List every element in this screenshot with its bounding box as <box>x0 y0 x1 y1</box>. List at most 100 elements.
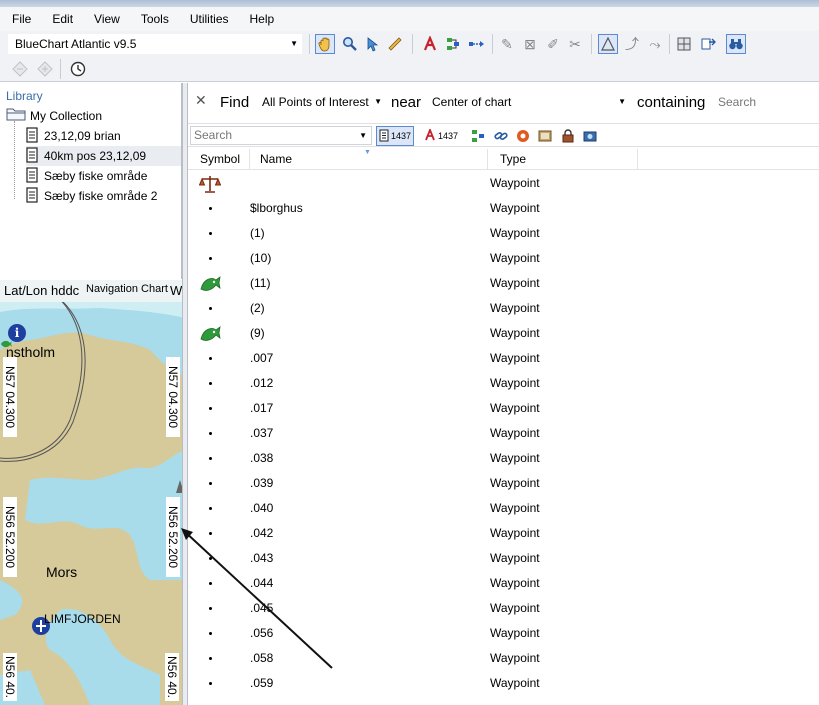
row-name: .040 <box>250 501 274 515</box>
toolbar-separator <box>60 59 61 79</box>
filter-waypoints-button[interactable]: 1437 <box>376 126 415 146</box>
menu-edit[interactable]: Edit <box>40 7 82 31</box>
near-select[interactable]: Center of chart ▼ <box>428 92 626 112</box>
table-row[interactable]: (11) Waypoint <box>188 271 819 296</box>
waypoint-dot-icon <box>198 373 222 394</box>
nav-back-icon[interactable] <box>10 59 30 79</box>
lock-filter-icon[interactable] <box>560 128 576 144</box>
table-row[interactable]: .042 Waypoint <box>188 521 819 546</box>
nav-forward-icon[interactable] <box>35 59 55 79</box>
fish-icon <box>198 273 222 294</box>
route-edit-icon[interactable]: ⤳ <box>645 34 665 54</box>
menu-file[interactable]: File <box>0 7 40 31</box>
chart-map-view[interactable]: Lat/Lon hddc Navigation Chart W i nsthol… <box>0 280 185 705</box>
table-row[interactable]: .058 Waypoint <box>188 646 819 671</box>
column-type[interactable]: Type <box>488 149 638 170</box>
pointer-icon[interactable] <box>362 34 382 54</box>
row-type: Waypoint <box>490 276 540 290</box>
clock-icon[interactable] <box>68 59 88 79</box>
latitude-label: N56 40. <box>165 653 179 701</box>
row-name: (9) <box>250 326 265 340</box>
transfer-icon[interactable] <box>698 34 718 54</box>
table-row[interactable]: (1) Waypoint <box>188 221 819 246</box>
map-tab-navigation-chart[interactable]: Navigation Chart <box>86 283 168 295</box>
row-name: .039 <box>250 476 274 490</box>
table-row[interactable]: .045 Waypoint <box>188 596 819 621</box>
table-row[interactable]: .007 Waypoint <box>188 346 819 371</box>
close-icon[interactable]: ✕ <box>195 92 207 109</box>
photo-filter-icon[interactable] <box>537 128 553 144</box>
find-type-value: All Points of Interest <box>262 95 369 109</box>
table-row[interactable]: .037 Waypoint <box>188 421 819 446</box>
camera-filter-icon[interactable] <box>582 128 598 144</box>
containing-input[interactable]: Search <box>714 92 819 112</box>
select-icon[interactable] <box>598 34 618 54</box>
library-item-label: 23,12,09 brian <box>44 129 121 143</box>
filter-search-input[interactable]: Search ▼ <box>190 126 372 145</box>
document-icon <box>26 186 38 206</box>
track-tool-icon[interactable] <box>443 34 463 54</box>
hand-pan-icon[interactable] <box>315 34 335 54</box>
table-row[interactable]: .040 Waypoint <box>188 496 819 521</box>
row-type: Waypoint <box>490 576 540 590</box>
chevron-down-icon: ▼ <box>374 97 382 106</box>
menu-help[interactable]: Help <box>238 7 284 31</box>
table-row[interactable]: .038 Waypoint <box>188 446 819 471</box>
library-title: Library <box>6 89 43 103</box>
pencil-icon[interactable]: ✎ <box>497 34 517 54</box>
table-row[interactable]: (2) Waypoint <box>188 296 819 321</box>
row-name: .058 <box>250 651 274 665</box>
erase-all-icon[interactable]: ⊠ <box>520 34 540 54</box>
menu-tools[interactable]: Tools <box>129 7 178 31</box>
route-join-icon[interactable] <box>467 34 487 54</box>
waypoint-dot-icon <box>198 548 222 569</box>
waypoint-dot-icon <box>198 523 222 544</box>
latitude-label: N56 52.200 <box>166 497 180 577</box>
table-row[interactable]: .043 Waypoint <box>188 546 819 571</box>
table-row[interactable]: .017 Waypoint <box>188 396 819 421</box>
column-name[interactable]: Name ▼ <box>250 149 488 170</box>
waypoint-tool-icon[interactable]: ⤴ <box>622 34 642 54</box>
column-symbol[interactable]: Symbol <box>188 149 250 170</box>
sort-indicator-icon: ▼ <box>364 149 371 156</box>
row-name: (1) <box>250 226 265 240</box>
coordinate-format-label: Lat/Lon hddc <box>4 283 80 298</box>
eraser-icon[interactable]: ✐ <box>543 34 563 54</box>
row-type: Waypoint <box>490 251 540 265</box>
poi-filter-icon[interactable] <box>515 128 531 144</box>
table-row[interactable]: (10) Waypoint <box>188 246 819 271</box>
measure-ruler-icon[interactable] <box>385 34 405 54</box>
find-type-select[interactable]: All Points of Interest ▼ <box>258 92 382 112</box>
cut-icon[interactable]: ✂ <box>565 34 585 54</box>
table-row[interactable]: (9) Waypoint <box>188 321 819 346</box>
table-row[interactable]: .044 Waypoint <box>188 571 819 596</box>
library-item[interactable]: Sæby fiske område <box>26 166 147 186</box>
main-toolbar: BlueChart Atlantic v9.5 ▼ ✎ ⊠ ✐ ✂ ⤴ ⤳ <box>0 31 819 57</box>
table-row[interactable]: .056 Waypoint <box>188 621 819 646</box>
row-name: .017 <box>250 401 274 415</box>
row-name: .045 <box>250 601 274 615</box>
table-row[interactable]: .012 Waypoint <box>188 371 819 396</box>
zoom-icon[interactable] <box>340 34 360 54</box>
window-titlebar <box>0 0 819 7</box>
chevron-down-icon: ▼ <box>290 39 298 48</box>
library-item[interactable]: 23,12,09 brian <box>26 126 121 146</box>
route-tool-icon[interactable] <box>420 34 440 54</box>
library-item[interactable]: 40km pos 23,12,09 <box>26 146 181 166</box>
menu-view[interactable]: View <box>82 7 129 31</box>
table-row[interactable]: $lborghus Waypoint <box>188 196 819 221</box>
library-item[interactable]: Sæby fiske område 2 <box>26 186 157 206</box>
library-panel: Library My Collection 23,12,09 brian 40k… <box>0 83 182 279</box>
filter-routes-button[interactable]: 1437 <box>422 126 460 146</box>
chart-product-select[interactable]: BlueChart Atlantic v9.5 ▼ <box>8 34 302 54</box>
track-filter-icon[interactable] <box>470 128 486 144</box>
table-row[interactable]: .039 Waypoint <box>188 471 819 496</box>
collection-node[interactable]: My Collection <box>6 107 102 124</box>
binoculars-icon[interactable] <box>726 34 746 54</box>
table-row[interactable]: .059 Waypoint <box>188 671 819 696</box>
chain-filter-icon[interactable] <box>493 128 509 144</box>
document-icon <box>26 126 38 146</box>
menu-utilities[interactable]: Utilities <box>178 7 238 31</box>
table-row[interactable]: Waypoint <box>188 171 819 196</box>
grid-icon[interactable] <box>674 34 694 54</box>
